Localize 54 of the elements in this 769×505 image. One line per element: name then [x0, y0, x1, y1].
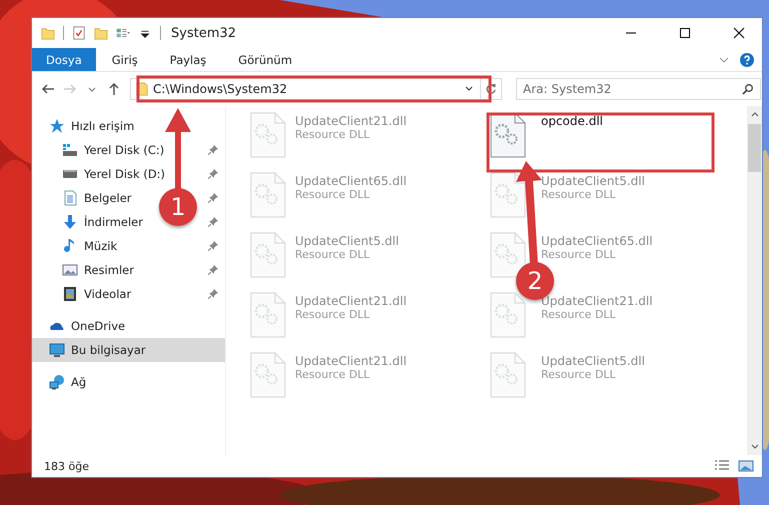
network-icon	[49, 374, 65, 390]
sidebar-item[interactable]: Yerel Disk (D:)	[84, 167, 166, 181]
pin-icon[interactable]	[208, 145, 218, 155]
sidebar-item[interactable]: OneDrive	[71, 319, 126, 333]
picture-icon	[62, 262, 78, 278]
scrollbar-thumb[interactable]	[748, 124, 761, 172]
folder-icon[interactable]	[94, 25, 108, 41]
folder-icon[interactable]	[41, 25, 55, 41]
help-icon[interactable]	[740, 52, 754, 66]
file-type: Resource DLL	[541, 368, 617, 381]
pin-icon[interactable]	[208, 217, 218, 227]
sidebar-item[interactable]: Bu bilgisayar	[71, 343, 146, 357]
ribbon-tab[interactable]: Görünüm	[222, 48, 308, 71]
drive-icon	[62, 142, 78, 158]
ribbon-tab[interactable]: Dosya	[32, 48, 96, 71]
file-type: Resource DLL	[295, 188, 371, 201]
refresh-icon[interactable]	[485, 83, 497, 95]
sidebar-item[interactable]: Hızlı erişim	[71, 119, 134, 133]
film-icon	[62, 286, 78, 302]
item-count: 183 öğe	[44, 460, 90, 472]
sidebar-item[interactable]: Videolar	[84, 287, 132, 301]
document-icon	[62, 190, 78, 206]
window-title: System32	[171, 26, 238, 40]
file-type: Resource DLL	[295, 308, 371, 321]
pin-icon[interactable]	[208, 193, 218, 203]
file-type: Resource DLL	[295, 128, 371, 141]
search-icon[interactable]	[742, 83, 754, 95]
download-arrow-icon	[62, 214, 78, 230]
star-icon	[49, 118, 65, 134]
large-icons-view-icon[interactable]	[738, 459, 754, 473]
ribbon-tab[interactable]: Giriş	[96, 48, 154, 71]
pin-icon[interactable]	[208, 289, 218, 299]
monitor-icon	[49, 342, 65, 358]
file-type: Resource DLL	[541, 308, 617, 321]
maximize-icon[interactable]	[679, 27, 691, 39]
pin-icon[interactable]	[208, 169, 218, 179]
sidebar-item[interactable]: Yerel Disk (C:)	[84, 143, 164, 157]
sidebar-item[interactable]: Ağ	[71, 375, 86, 389]
search-field[interactable]: Ara: System32	[516, 78, 761, 100]
file-type: Resource DLL	[295, 248, 371, 261]
pin-icon[interactable]	[208, 241, 218, 251]
address-bar[interactable]: C:\Windows\System32	[130, 78, 481, 100]
sidebar-item[interactable]: İndirmeler	[84, 215, 143, 229]
checklist-icon[interactable]	[72, 25, 86, 41]
sidebar-item[interactable]: Resimler	[84, 263, 134, 277]
pin-icon[interactable]	[208, 265, 218, 275]
file-type: Resource DLL	[541, 188, 617, 201]
close-icon[interactable]	[733, 27, 745, 39]
sidebar-item[interactable]: Belgeler	[84, 191, 132, 205]
sidebar-item[interactable]: Müzik	[84, 239, 118, 253]
file-type: Resource DLL	[541, 248, 617, 261]
file-type: Resource DLL	[295, 368, 371, 381]
file-name[interactable]: opcode.dll	[541, 114, 603, 128]
ribbon-tab[interactable]: Paylaş	[154, 48, 222, 71]
